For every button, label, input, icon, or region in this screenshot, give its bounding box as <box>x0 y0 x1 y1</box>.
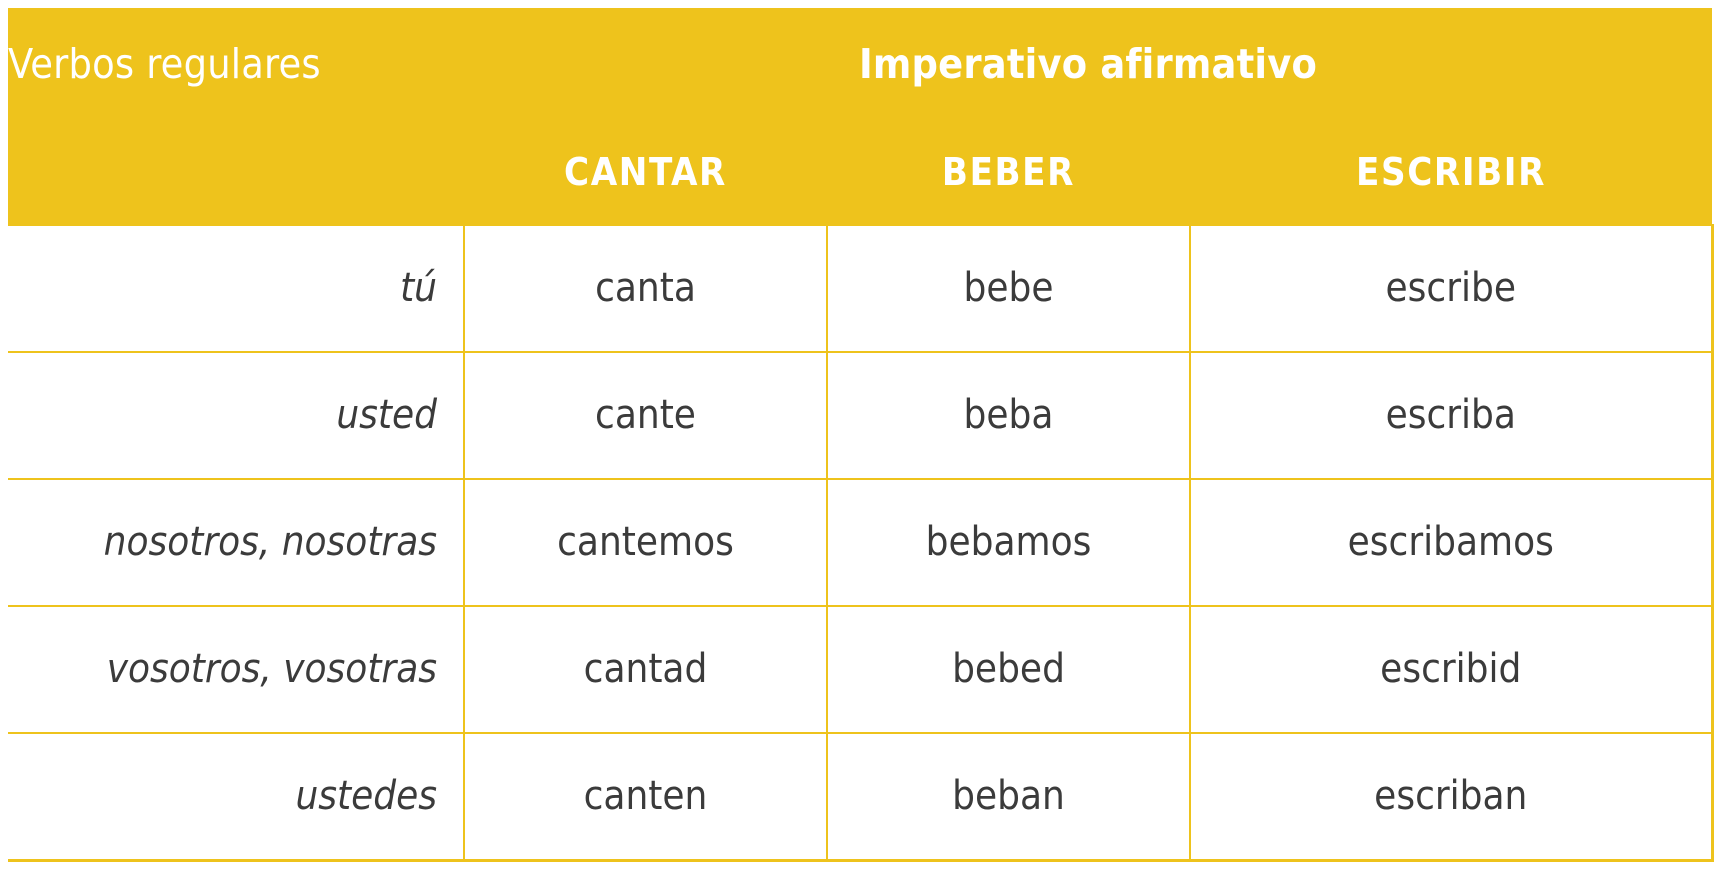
conjugation-cell-beber: bebe <box>826 224 1191 353</box>
table-body: tú canta bebe escribe usted cante beba e… <box>8 224 1714 862</box>
table-header: Verbos regulares Imperativo afirmativo C… <box>8 8 1713 225</box>
pronoun-cell: ustedes <box>8 731 465 862</box>
conjugation-cell-beber: beba <box>826 350 1191 480</box>
pronoun-cell: vosotros, vosotras <box>8 604 465 734</box>
conjugation-cell-escribir: escribid <box>1188 604 1714 734</box>
table-row: vosotros, vosotras cantad bebed escribid <box>8 604 1714 734</box>
table-row: ustedes canten beban escriban <box>8 731 1714 862</box>
title-band-row: Verbos regulares Imperativo afirmativo <box>8 8 1713 121</box>
conjugation-table-page: Verbos regulares Imperativo afirmativo C… <box>0 0 1718 873</box>
pronoun-cell: tú <box>8 224 465 353</box>
column-header-escribir: ESCRIBIR <box>1190 121 1713 225</box>
pronoun-cell: nosotros, nosotras <box>8 477 465 607</box>
table-row: tú canta bebe escribe <box>8 224 1714 353</box>
conjugation-cell-escribir: escribe <box>1188 224 1714 353</box>
conjugation-cell-escribir: escribamos <box>1188 477 1714 607</box>
imperativo-afirmativo-table: Verbos regulares Imperativo afirmativo C… <box>8 8 1714 862</box>
conjugation-cell-cantar: canta <box>463 224 828 353</box>
conjugation-cell-cantar: cantemos <box>463 477 828 607</box>
verb-header-row: CANTAR BEBER ESCRIBIR <box>8 121 1713 225</box>
column-header-cantar: CANTAR <box>464 121 827 225</box>
table-row: usted cante beba escriba <box>8 350 1714 480</box>
conjugation-cell-beber: bebed <box>826 604 1191 734</box>
conjugation-cell-escribir: escriba <box>1188 350 1714 480</box>
conjugation-cell-cantar: cantad <box>463 604 828 734</box>
verb-category-label: Verbos regulares <box>8 8 464 121</box>
table-row: nosotros, nosotras cantemos bebamos escr… <box>8 477 1714 607</box>
conjugation-cell-cantar: cante <box>463 350 828 480</box>
conjugation-cell-beber: bebamos <box>826 477 1191 607</box>
page-title: Imperativo afirmativo <box>464 8 1713 121</box>
conjugation-cell-escribir: escriban <box>1188 731 1714 862</box>
pronoun-cell: usted <box>8 350 465 480</box>
conjugation-cell-cantar: canten <box>463 731 828 862</box>
empty-corner-cell <box>8 121 464 225</box>
conjugation-cell-beber: beban <box>826 731 1191 862</box>
column-header-beber: BEBER <box>827 121 1190 225</box>
